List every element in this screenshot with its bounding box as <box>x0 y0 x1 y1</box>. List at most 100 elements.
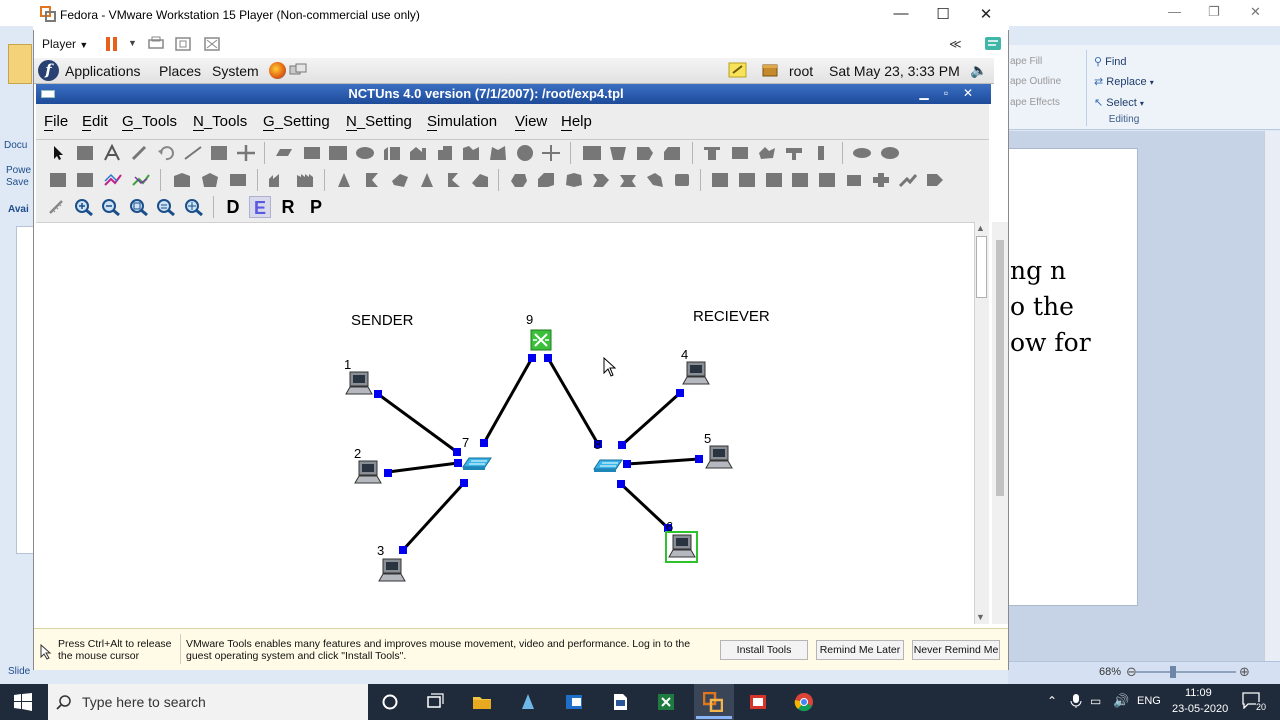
antenna-tool-icon[interactable] <box>444 171 464 189</box>
clock[interactable]: Sat May 23, 3:33 PM <box>829 63 960 79</box>
vehicle-tool-icon[interactable] <box>645 171 665 189</box>
host-computer-icon[interactable] <box>377 557 407 585</box>
gui-tool-icon[interactable] <box>817 171 837 189</box>
vehicle-tool-icon[interactable] <box>536 171 556 189</box>
zoom-slider-thumb[interactable] <box>1170 666 1176 678</box>
cross-tool-icon[interactable] <box>871 171 891 189</box>
satellite-tool-icon[interactable] <box>488 144 508 162</box>
vmware-minimize-button[interactable]: — <box>891 5 911 22</box>
install-tools-button[interactable]: Install Tools <box>720 640 808 660</box>
notes-icon[interactable] <box>728 61 748 79</box>
router-tool-icon[interactable] <box>328 144 348 162</box>
taskbar-date[interactable]: 23-05-2020 <box>1172 703 1228 715</box>
canvas-scrollbar-thumb[interactable] <box>976 236 987 298</box>
bridge-tool-icon[interactable] <box>382 144 402 162</box>
host-computer-icon[interactable] <box>667 533 697 561</box>
device-tool-icon[interactable] <box>228 171 248 189</box>
router-icon[interactable] <box>530 329 552 351</box>
battery-icon[interactable]: ▭ <box>1090 694 1101 708</box>
add-node-tool-icon[interactable] <box>541 144 561 162</box>
mobile-tool-icon[interactable] <box>435 144 455 162</box>
zoom-slider[interactable] <box>1136 671 1236 673</box>
chrome-icon[interactable] <box>794 692 814 712</box>
vehicle-tool-icon[interactable] <box>591 171 611 189</box>
fit-guest-icon[interactable] <box>174 36 192 52</box>
antenna-tool-icon[interactable] <box>470 171 490 189</box>
scroll-up-icon[interactable]: ▲ <box>976 223 985 233</box>
collapse-bar-button[interactable]: ≪ <box>949 37 962 51</box>
word-scrollbar[interactable] <box>1264 131 1280 661</box>
device-tool-icon[interactable] <box>200 171 220 189</box>
never-remind-me-button[interactable]: Never Remind Me <box>912 640 1000 660</box>
device-tool-icon[interactable] <box>267 171 287 189</box>
antenna-tool-icon[interactable] <box>362 171 382 189</box>
zoom-in-icon[interactable]: ⊕ <box>1239 664 1250 680</box>
pen-tool-icon[interactable] <box>130 144 150 162</box>
switch-tool-icon[interactable] <box>302 144 322 162</box>
tactical-tool-icon[interactable] <box>784 144 804 162</box>
firefox-icon[interactable] <box>269 62 286 79</box>
network-icon[interactable] <box>289 63 307 77</box>
obs-tool-icon[interactable] <box>608 144 628 162</box>
excel-icon[interactable] <box>656 692 676 712</box>
draw-topology-mode-button[interactable]: D <box>222 196 244 218</box>
message-log-icon[interactable] <box>984 36 1002 52</box>
zoom-out-icon[interactable] <box>101 198 121 216</box>
menu-n-setting[interactable]: N_Setting <box>346 113 412 130</box>
flag-tool-icon[interactable] <box>925 171 945 189</box>
select-button[interactable]: ↖ Select ▾ <box>1094 96 1144 109</box>
show-hidden-icons[interactable]: ⌃ <box>1047 694 1057 708</box>
places-menu[interactable]: Places <box>159 63 201 79</box>
task-view-icon[interactable] <box>425 692 445 712</box>
zoom-out-icon[interactable]: ⊖ <box>1126 664 1137 680</box>
ruler-icon[interactable] <box>47 198 67 216</box>
menu-g-setting[interactable]: G_Setting <box>263 113 330 130</box>
optical-tool-icon[interactable] <box>582 144 602 162</box>
edge-router-tool-icon[interactable] <box>635 144 655 162</box>
zoom-fit-icon[interactable] <box>129 198 149 216</box>
gprs-tool-icon[interactable] <box>461 144 481 162</box>
relay-tool-icon[interactable] <box>757 144 777 162</box>
fedora-logo-icon[interactable]: f <box>38 60 59 81</box>
gui-tool-icon[interactable] <box>710 171 730 189</box>
nctuns-maximize-button[interactable]: ▫ <box>939 86 953 100</box>
scroll-down-icon[interactable]: ▼ <box>976 612 985 622</box>
paste-icon[interactable] <box>8 44 32 84</box>
hub-tool-icon[interactable] <box>274 144 294 162</box>
power-dropdown-icon[interactable]: ▼ <box>128 38 137 48</box>
vehicle-tool-icon[interactable] <box>618 171 638 189</box>
menu-file[interactable]: File <box>44 113 68 130</box>
vehicle-tool-icon[interactable] <box>672 171 692 189</box>
unity-icon[interactable] <box>203 36 221 52</box>
find-button[interactable]: ⚲ Find <box>1094 55 1127 68</box>
text-tool-icon[interactable] <box>102 144 122 162</box>
replace-button[interactable]: ⇄ Replace ▾ <box>1094 75 1154 88</box>
player-menu-button[interactable]: Player ▼ <box>42 37 88 51</box>
undo-icon[interactable] <box>156 144 176 162</box>
switch-icon[interactable] <box>592 457 624 473</box>
link-tool-icon[interactable] <box>183 144 203 162</box>
zoom-original-icon[interactable] <box>156 198 176 216</box>
pause-icon[interactable] <box>106 37 118 51</box>
volume-icon[interactable]: 🔈 <box>970 62 987 79</box>
word-close-icon[interactable]: ✕ <box>1250 4 1261 20</box>
move-tool-icon[interactable] <box>236 144 256 162</box>
menu-n-tools[interactable]: N_Tools <box>193 113 247 130</box>
applications-menu[interactable]: Applications <box>65 63 141 79</box>
document-icon[interactable] <box>610 692 630 712</box>
core-router-tool-icon[interactable] <box>662 144 682 162</box>
app-icon[interactable] <box>518 692 538 712</box>
wimax-tool-icon[interactable] <box>852 144 872 162</box>
word-minimize-icon[interactable]: — <box>1168 4 1181 19</box>
menu-g-tools[interactable]: G_Tools <box>122 113 177 130</box>
vmware-scrollbar-thumb[interactable] <box>996 240 1004 496</box>
host-computer-icon[interactable] <box>681 360 711 388</box>
nctuns-close-button[interactable]: ✕ <box>961 86 975 100</box>
switch-icon[interactable] <box>461 455 493 471</box>
menu-help[interactable]: Help <box>561 113 592 130</box>
qos-tool-icon[interactable] <box>702 144 722 162</box>
gui-tool-icon[interactable] <box>737 171 757 189</box>
system-menu[interactable]: System <box>212 63 259 79</box>
wireless-tool-icon[interactable] <box>515 144 535 162</box>
run-simulation-mode-button[interactable]: R <box>277 196 299 218</box>
